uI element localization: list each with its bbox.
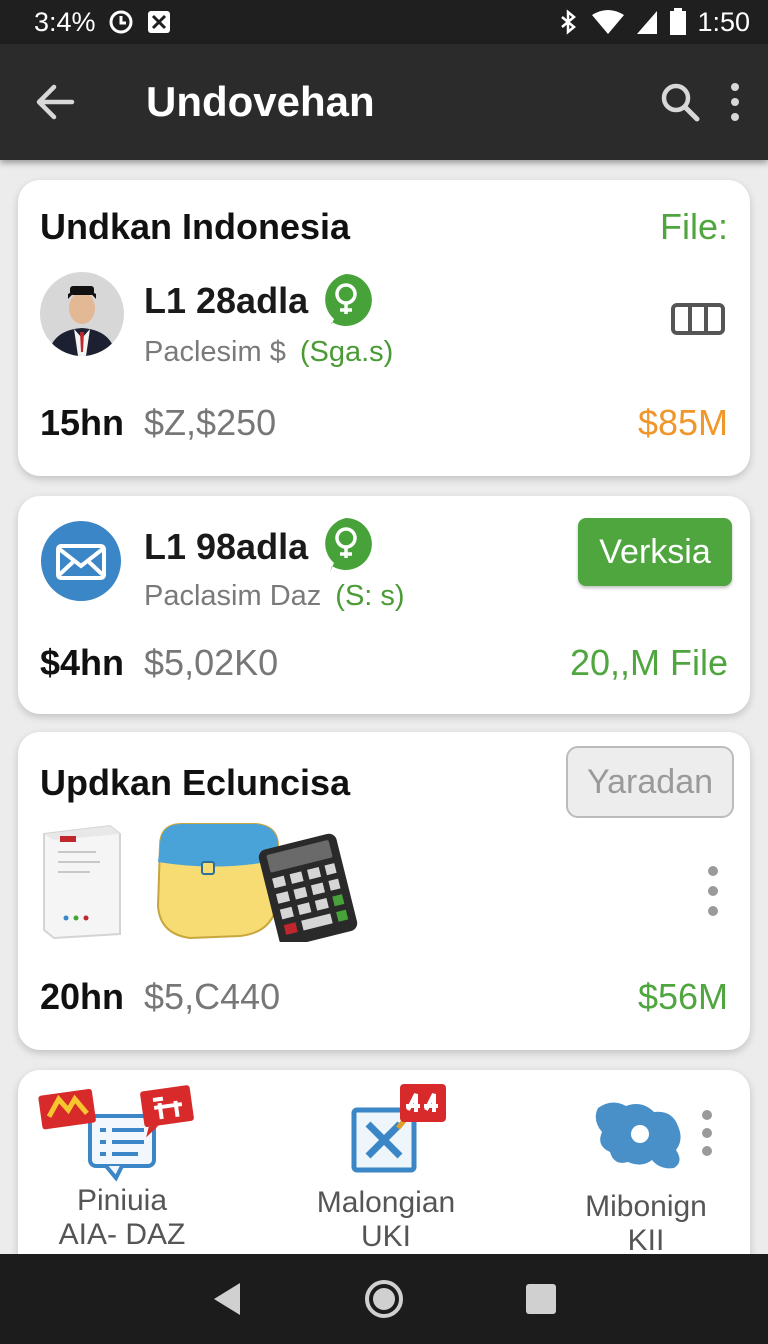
card-title: Undkan Indonesia [40, 206, 351, 247]
status-bar: 3:4% 1:50 [0, 0, 768, 44]
notification-x-icon [147, 11, 170, 33]
system-nav-bar [0, 1254, 768, 1344]
status-left-text: 3:4% [34, 6, 96, 37]
subtitle-code: (S: s) [335, 580, 405, 612]
subtitle-code: (Sga.s) [299, 336, 394, 368]
card-icon[interactable] [670, 302, 726, 336]
shortcut-1-label[interactable]: Piniuia AIA- DAZ [52, 1184, 192, 1252]
card-title: Updkan Ecluncisa [40, 762, 351, 803]
avatar [40, 272, 124, 356]
price: $Z,$250 [144, 402, 277, 443]
chat-list-icon[interactable] [38, 1084, 198, 1184]
period: $4hn [40, 642, 125, 683]
bluetooth-icon [561, 9, 577, 35]
price: $5,C440 [144, 976, 281, 1017]
app-bar: Undovehan [0, 44, 768, 160]
nav-home-icon[interactable] [363, 1278, 405, 1320]
wifi-icon [592, 10, 625, 34]
subtitle-text: Paclasim Daz [144, 580, 322, 612]
map-icon[interactable] [592, 1096, 692, 1174]
shortcut-2-label[interactable]: Malongian UKI [306, 1186, 466, 1254]
shortcut-line2: UKI [360, 1220, 411, 1253]
card-menu-icon[interactable] [706, 864, 720, 918]
card-l1-98adla[interactable]: L1 98adla Paclasim Daz (S: s) Verksia $4h… [18, 496, 750, 714]
signal-icon [637, 11, 658, 34]
total-amount: $56M [637, 976, 728, 1017]
shortcut-line1: Mibonign [585, 1190, 707, 1223]
back-arrow-icon[interactable] [30, 76, 82, 128]
period: 15hn [40, 402, 125, 443]
green-badge-icon [325, 518, 372, 572]
nav-back-icon[interactable] [210, 1280, 244, 1318]
amount-row: 15hn $Z,$250 [40, 402, 276, 444]
amount-row: $4hn $5,02K0 [40, 642, 278, 684]
period: 20hn [40, 976, 125, 1017]
search-icon[interactable] [658, 80, 702, 124]
yaradan-button[interactable]: Yaradan [566, 746, 734, 818]
total-amount: 20,,M File [569, 642, 728, 683]
battery-icon [670, 8, 687, 35]
shortcut-line1: Malongian [316, 1186, 456, 1219]
shortcut-menu-icon[interactable] [700, 1108, 714, 1158]
person-subtitle: Paclesim $ (Sga.s) [144, 336, 393, 369]
amount-row: 20hn $5,C440 [40, 976, 280, 1018]
person-subtitle: Paclasim Daz (S: s) [144, 580, 405, 613]
app-title: Undovehan [146, 78, 375, 125]
price: $5,02K0 [144, 642, 279, 683]
file-label[interactable]: File: [660, 206, 728, 248]
verksia-button[interactable]: Verksia [578, 518, 732, 586]
card-updkan-ecluncisa[interactable]: Updkan Ecluncisa Yaradan 20hn $5,C440 $5… [18, 732, 750, 1050]
shortcut-3-label[interactable]: Mibonign KII [566, 1190, 726, 1258]
total-amount: $85M [637, 402, 728, 443]
x-box-icon[interactable] [348, 1082, 448, 1178]
nav-recents-icon[interactable] [524, 1282, 558, 1316]
shortcut-line2: AIA- DAZ [58, 1218, 186, 1251]
mail-icon [41, 521, 121, 601]
person-name: L1 28adla [144, 280, 309, 321]
shortcut-line1: Piniuia [76, 1184, 168, 1217]
shortcut-line2: KII [627, 1224, 665, 1257]
status-time: 1:50 [697, 6, 750, 37]
green-badge-icon [325, 274, 372, 328]
clock-icon [109, 10, 133, 34]
subtitle-text: Paclesim $ [144, 336, 286, 368]
card-undkan-indonesia[interactable]: Undkan Indonesia File: L1 28adla Paclesi… [18, 180, 750, 476]
product-images[interactable] [40, 822, 360, 942]
person-name: L1 98adla [144, 526, 309, 567]
overflow-menu-icon[interactable] [728, 80, 742, 124]
